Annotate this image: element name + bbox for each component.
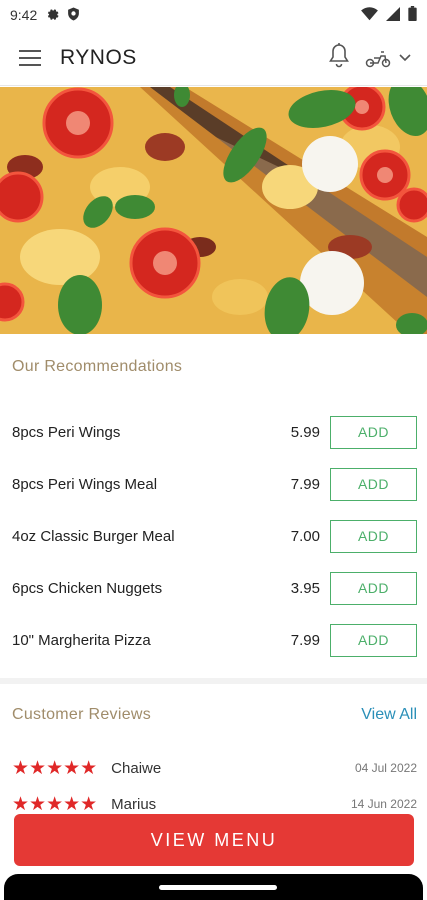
hamburger-menu-icon[interactable] xyxy=(0,30,60,86)
review-item[interactable]: ★★★★★ Marius 14 Jun 2022 xyxy=(12,792,417,811)
item-name: 4oz Classic Burger Meal xyxy=(12,527,175,545)
delivery-scooter-icon[interactable] xyxy=(365,48,411,68)
battery-icon xyxy=(408,6,417,24)
item-price: 7.00 xyxy=(290,527,320,545)
cellular-signal-icon xyxy=(386,6,400,24)
item-name: 8pcs Peri Wings xyxy=(12,423,121,441)
recommendations-list: 8pcs Peri Wings 5.99 ADD 8pcs Peri Wings… xyxy=(0,406,427,666)
app-title: RYNOS xyxy=(60,45,137,69)
list-item: 6pcs Chicken Nuggets 3.95 ADD xyxy=(0,562,427,614)
add-button[interactable]: ADD xyxy=(330,623,417,657)
status-bar: 9:42 xyxy=(0,0,427,30)
review-date: 04 Jul 2022 xyxy=(354,761,417,775)
review-item[interactable]: ★★★★★ Chaiwe 04 Jul 2022 xyxy=(12,756,417,780)
add-button[interactable]: ADD xyxy=(330,415,417,449)
reviewer-name: Marius xyxy=(111,795,157,811)
item-name: 6pcs Chicken Nuggets xyxy=(12,579,163,597)
list-item: 10" Margherita Pizza 7.99 ADD xyxy=(0,614,427,666)
item-name: 10" Margherita Pizza xyxy=(12,631,151,649)
star-rating-icon: ★★★★★ xyxy=(12,757,98,779)
review-date: 14 Jun 2022 xyxy=(350,797,417,810)
home-gesture-handle[interactable] xyxy=(159,885,277,890)
add-button[interactable]: ADD xyxy=(330,467,417,501)
customer-reviews-section: Customer Reviews View All ★★★★★ Chaiwe 0… xyxy=(0,684,427,810)
item-price: 7.99 xyxy=(290,475,320,493)
chevron-down-icon xyxy=(399,53,411,61)
list-item: 8pcs Peri Wings 5.99 ADD xyxy=(0,406,427,458)
shield-icon xyxy=(67,7,80,24)
item-price: 3.95 xyxy=(290,579,320,597)
hero-pizza-image xyxy=(0,87,427,334)
item-price: 5.99 xyxy=(290,423,320,441)
item-price: 7.99 xyxy=(290,631,320,649)
star-rating-icon: ★★★★★ xyxy=(12,793,98,811)
status-time: 9:42 xyxy=(10,7,38,23)
settings-gear-icon xyxy=(45,7,59,24)
list-item: 8pcs Peri Wings Meal 7.99 ADD xyxy=(0,458,427,510)
notification-bell-icon[interactable] xyxy=(327,42,351,73)
recommendations-title: Our Recommendations xyxy=(12,358,183,375)
item-name: 8pcs Peri Wings Meal xyxy=(12,475,158,493)
add-button[interactable]: ADD xyxy=(330,519,417,553)
wifi-icon xyxy=(361,6,378,24)
add-button[interactable]: ADD xyxy=(330,571,417,605)
app-bar: RYNOS xyxy=(0,30,427,86)
reviews-title: Customer Reviews xyxy=(12,706,152,723)
view-menu-button[interactable]: VIEW MENU xyxy=(14,814,414,866)
view-all-link[interactable]: View All xyxy=(361,706,417,724)
reviewer-name: Chaiwe xyxy=(111,759,162,777)
system-navigation-bar xyxy=(4,874,423,900)
list-item: 4oz Classic Burger Meal 7.00 ADD xyxy=(0,510,427,562)
